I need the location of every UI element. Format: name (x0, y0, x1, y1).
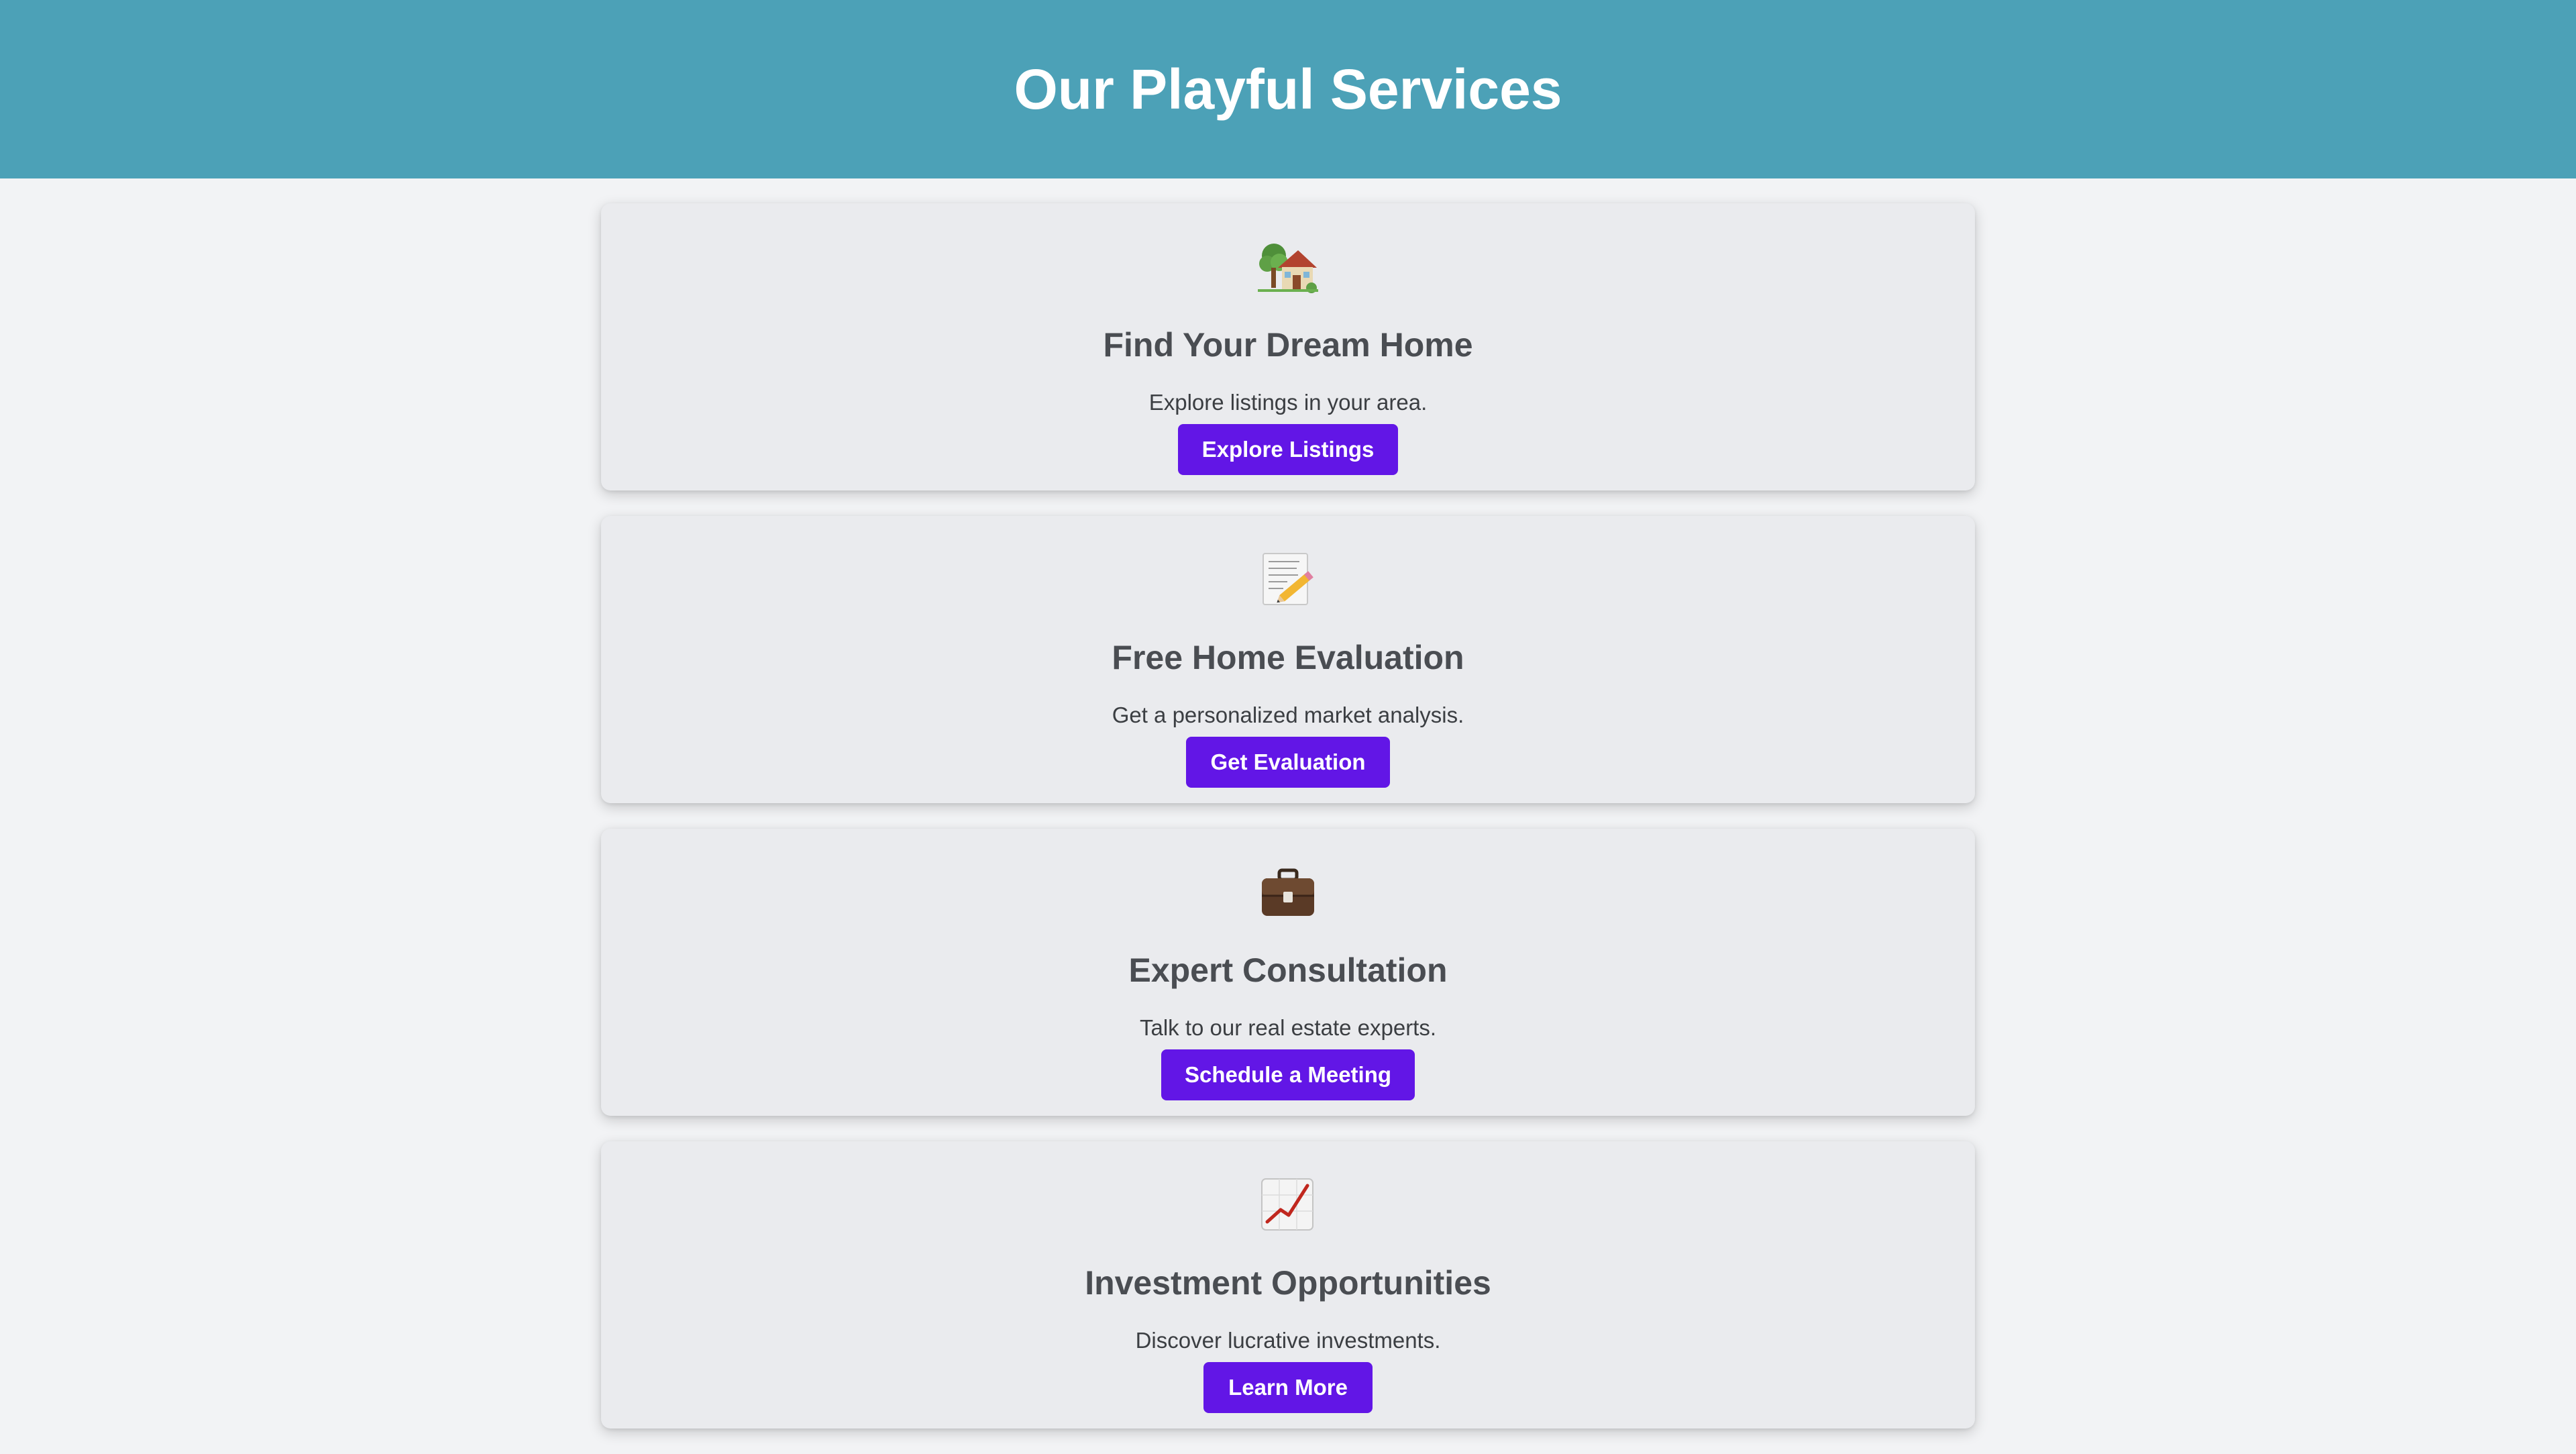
briefcase-icon (601, 862, 1975, 923)
service-title: Free Home Evaluation (1112, 639, 1464, 676)
service-description: Explore listings in your area. (1148, 390, 1428, 415)
page-title: Our Playful Services (1014, 57, 1562, 121)
memo-pencil-icon (601, 550, 1975, 610)
services-list: Find Your Dream Home Explore listings in… (601, 203, 1975, 1454)
service-card-dream-home: Find Your Dream Home Explore listings in… (601, 203, 1975, 490)
learn-more-button[interactable]: Learn More (1203, 1362, 1373, 1413)
explore-listings-button[interactable]: Explore Listings (1178, 424, 1398, 475)
service-card-home-evaluation: Free Home Evaluation Get a personalized … (601, 516, 1975, 803)
schedule-meeting-button[interactable]: Schedule a Meeting (1161, 1049, 1415, 1100)
service-description: Discover lucrative investments. (1135, 1328, 1441, 1353)
service-description: Talk to our real estate experts. (1139, 1015, 1437, 1040)
service-title: Expert Consultation (1128, 951, 1448, 989)
service-card-investment: Investment Opportunities Discover lucrat… (601, 1141, 1975, 1429)
chart-increasing-icon (601, 1175, 1975, 1235)
page-header: Our Playful Services (0, 0, 2576, 178)
service-description: Get a personalized market analysis. (1112, 703, 1464, 727)
house-with-tree-icon (601, 237, 1975, 297)
service-title: Find Your Dream Home (1103, 326, 1473, 364)
service-card-expert-consultation: Expert Consultation Talk to our real est… (601, 829, 1975, 1116)
service-title: Investment Opportunities (1085, 1264, 1491, 1302)
get-evaluation-button[interactable]: Get Evaluation (1186, 737, 1390, 788)
